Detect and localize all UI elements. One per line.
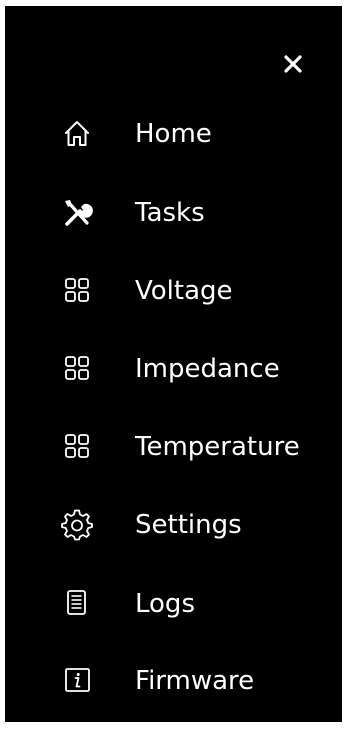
grid-icon [60,274,94,308]
close-icon [284,55,302,73]
app-window: Home Tasks Voltage Impedance Temperature… [0,0,349,756]
nav-item-label: Settings [135,510,242,540]
nav-item-label: Firmware [135,666,255,696]
document-icon [60,587,94,621]
nav-item-temperature[interactable]: Temperature [60,427,340,477]
nav-item-label: Temperature [135,432,300,462]
nav-item-firmware[interactable]: Firmware [60,661,340,711]
nav-item-label: Logs [135,589,195,619]
nav-item-home[interactable]: Home [60,114,340,164]
nav-item-label: Home [135,119,212,149]
nav-item-label: Voltage [135,276,233,306]
grid-icon [60,430,94,464]
nav-item-label: Tasks [135,198,205,228]
nav-item-impedance[interactable]: Impedance [60,349,340,399]
gear-icon [60,508,94,542]
navigation-drawer: Home Tasks Voltage Impedance Temperature… [5,6,342,722]
info-icon [60,664,94,698]
home-icon [60,117,94,151]
grid-icon [60,352,94,386]
nav-item-label: Impedance [135,354,280,384]
tools-icon [60,196,94,230]
nav-item-logs[interactable]: Logs [60,584,340,634]
nav-item-settings[interactable]: Settings [60,505,340,555]
close-menu-button[interactable] [273,44,313,84]
nav-item-tasks[interactable]: Tasks [60,193,340,243]
nav-item-voltage[interactable]: Voltage [60,271,340,321]
